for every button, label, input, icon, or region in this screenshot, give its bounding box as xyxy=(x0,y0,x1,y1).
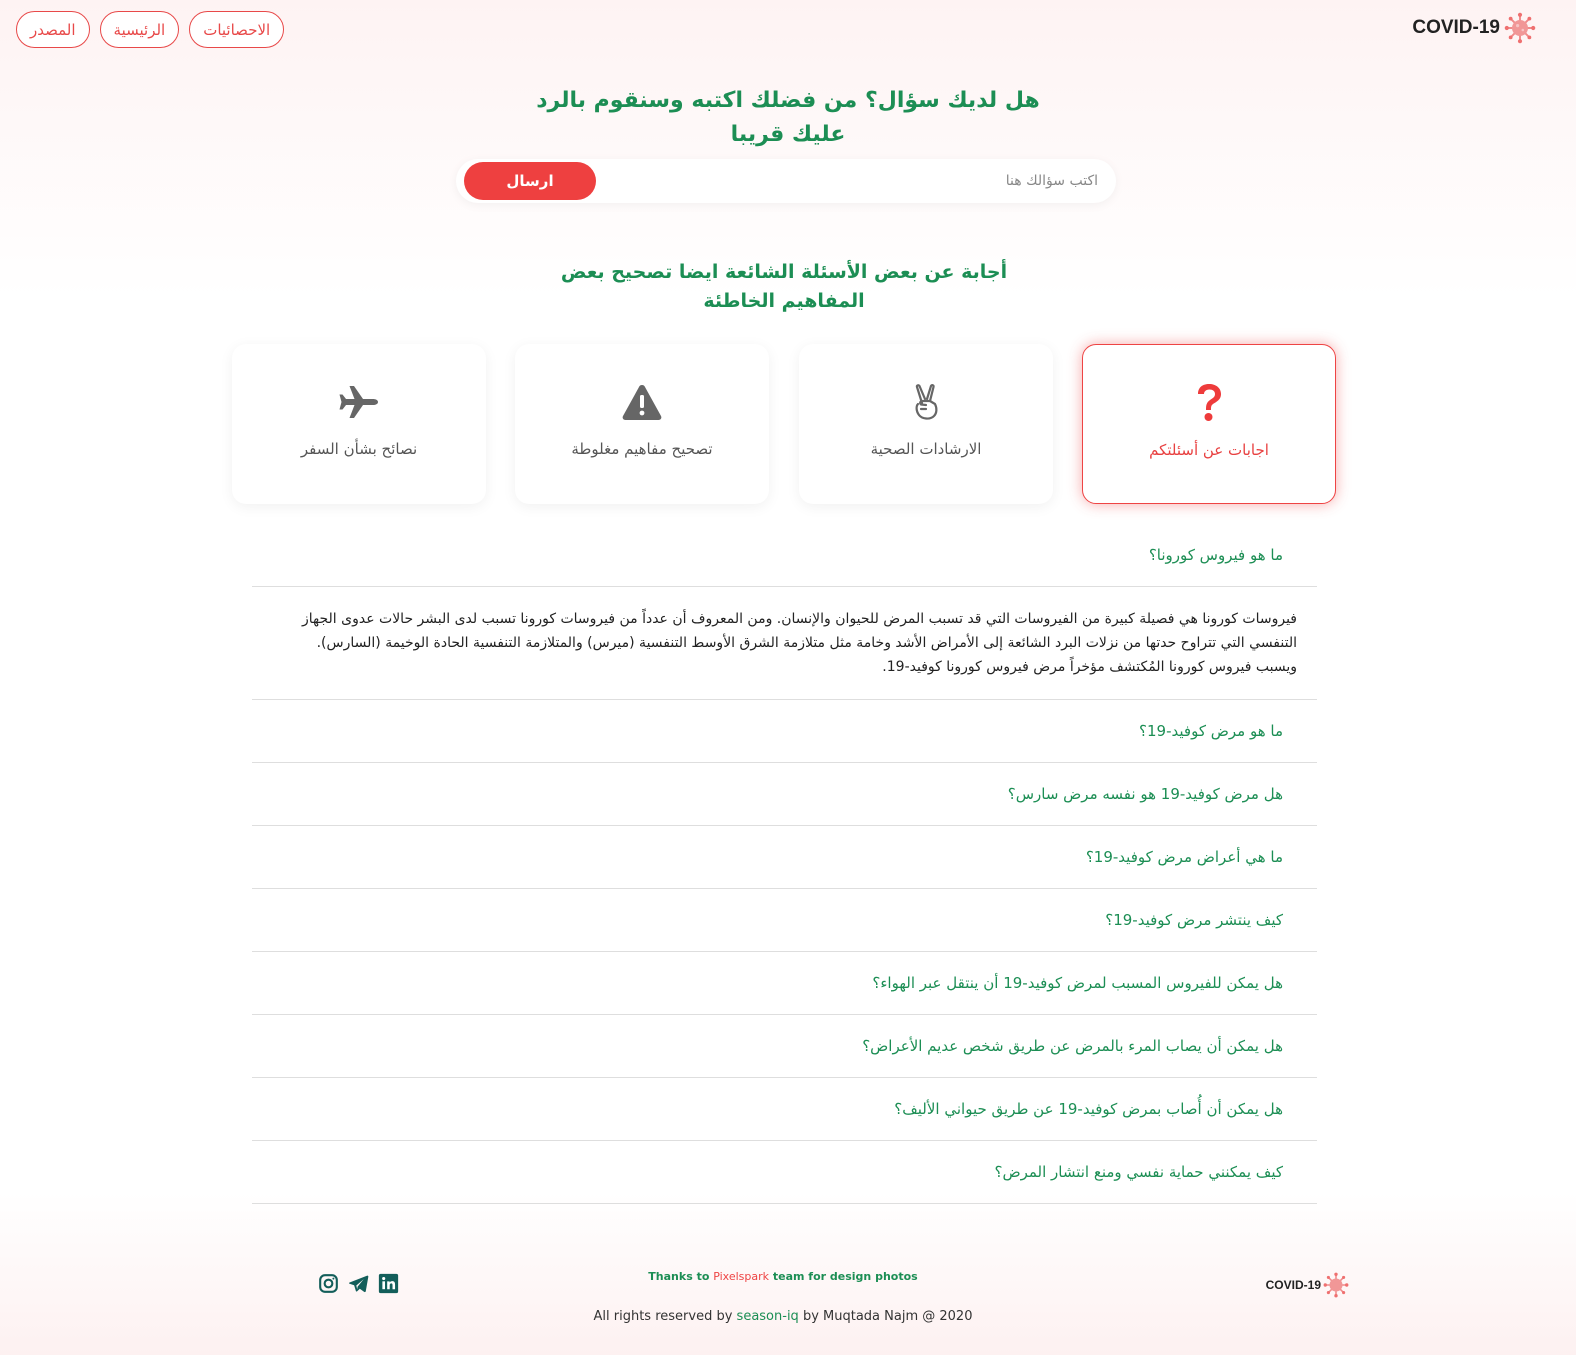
warning-icon xyxy=(620,380,664,424)
faq-heading: أجابة عن بعض الأسئلة الشائعة ايضا تصحيح … xyxy=(560,261,1008,312)
send-button[interactable]: ارسال xyxy=(464,162,596,200)
card-travel-advice[interactable]: نصائح بشأن السفر xyxy=(232,344,486,504)
faq-answer: فيروسات كورونا هي فصيلة كبيرة من الفيروس… xyxy=(252,586,1317,699)
card-misconceptions[interactable]: تصحيح مفاهيم مغلوطة xyxy=(515,344,769,504)
faq-item: ما هو فيروس كورونا؟ فيروسات كورونا هي فص… xyxy=(252,524,1317,700)
instagram-icon[interactable] xyxy=(318,1273,339,1294)
design-credits: Thanks to Pixelspark team for design pho… xyxy=(560,1270,1006,1283)
faq-item: هل يمكن أن أُصاب بمرض كوفيد-19 عن طريق ح… xyxy=(252,1078,1317,1141)
credits-prefix: Thanks to xyxy=(648,1270,714,1283)
virus-icon xyxy=(1504,12,1536,44)
ask-question-form: ارسال xyxy=(456,159,1116,203)
card-label: نصائح بشأن السفر xyxy=(300,440,418,458)
faq-question[interactable]: هل يمكن أن يصاب المرء بالمرض عن طريق شخص… xyxy=(252,1015,1317,1077)
faq-question[interactable]: هل مرض كوفيد-19 هو نفسه مرض سارس؟ xyxy=(252,763,1317,825)
social-links xyxy=(318,1273,399,1294)
faq-question[interactable]: ما هي أعراض مرض كوفيد-19؟ xyxy=(252,826,1317,888)
brand-logo[interactable]: COVID-19 xyxy=(1412,12,1536,44)
rights-prefix: All rights reserved by xyxy=(593,1309,737,1324)
question-input[interactable] xyxy=(628,165,1098,197)
virus-icon xyxy=(1323,1272,1349,1298)
nav-button-home[interactable]: الرئيسية xyxy=(99,11,180,48)
brand-name: COVID-19 xyxy=(1412,17,1500,38)
faq-question[interactable]: كيف ينتشر مرض كوفيد-19؟ xyxy=(252,889,1317,951)
pixelspark-link[interactable]: Pixelspark xyxy=(713,1270,769,1283)
rights-suffix: by Muqtada Najm @ 2020 xyxy=(798,1309,973,1324)
telegram-icon[interactable] xyxy=(348,1273,369,1294)
airplane-icon xyxy=(337,380,381,424)
card-health-guidance[interactable]: الارشادات الصحية xyxy=(799,344,1053,504)
faq-accordion: ما هو فيروس كورونا؟ فيروسات كورونا هي فص… xyxy=(252,524,1317,1204)
card-label: تصحيح مفاهيم مغلوطة xyxy=(571,440,713,458)
card-label: الارشادات الصحية xyxy=(870,440,982,458)
faq-item: كيف يمكنني حماية نفسي ومنع انتشار المرض؟ xyxy=(252,1141,1317,1204)
faq-question[interactable]: هل يمكن للفيروس المسبب لمرض كوفيد-19 أن … xyxy=(252,952,1317,1014)
faq-question[interactable]: ما هو فيروس كورونا؟ xyxy=(252,524,1317,586)
faq-question[interactable]: كيف يمكنني حماية نفسي ومنع انتشار المرض؟ xyxy=(252,1141,1317,1203)
faq-item: ما هو مرض كوفيد-19؟ xyxy=(252,700,1317,763)
faq-question[interactable]: ما هو مرض كوفيد-19؟ xyxy=(252,700,1317,762)
credits-suffix: team for design photos xyxy=(769,1270,918,1283)
faq-item: كيف ينتشر مرض كوفيد-19؟ xyxy=(252,889,1317,952)
faq-item: ما هي أعراض مرض كوفيد-19؟ xyxy=(252,826,1317,889)
nav-button-statistics[interactable]: الاحصائيات xyxy=(189,11,285,48)
question-icon xyxy=(1187,381,1231,425)
victory-hand-icon xyxy=(904,380,948,424)
card-answers[interactable]: اجابات عن أسئلتكم xyxy=(1082,344,1336,504)
footer-brand-logo[interactable]: COVID-19 xyxy=(1266,1272,1349,1298)
card-label: اجابات عن أسئلتكم xyxy=(1149,441,1269,459)
faq-item: هل يمكن للفيروس المسبب لمرض كوفيد-19 أن … xyxy=(252,952,1317,1015)
linkedin-icon[interactable] xyxy=(378,1273,399,1294)
faq-question[interactable]: هل يمكن أن أُصاب بمرض كوفيد-19 عن طريق ح… xyxy=(252,1078,1317,1140)
season-iq-link[interactable]: season-iq xyxy=(737,1309,799,1324)
copyright-text: All rights reserved by season-iq by Muqt… xyxy=(500,1309,1066,1324)
faq-item: هل مرض كوفيد-19 هو نفسه مرض سارس؟ xyxy=(252,763,1317,826)
ask-question-title: هل لديك سؤال؟ من فضلك اكتبه وسنقوم بالرد… xyxy=(536,88,1040,147)
nav-buttons: المصدر الرئيسية الاحصائيات xyxy=(16,11,285,48)
faq-item: هل يمكن أن يصاب المرء بالمرض عن طريق شخص… xyxy=(252,1015,1317,1078)
footer-brand-name: COVID-19 xyxy=(1265,1278,1321,1292)
nav-button-source[interactable]: المصدر xyxy=(16,11,90,48)
